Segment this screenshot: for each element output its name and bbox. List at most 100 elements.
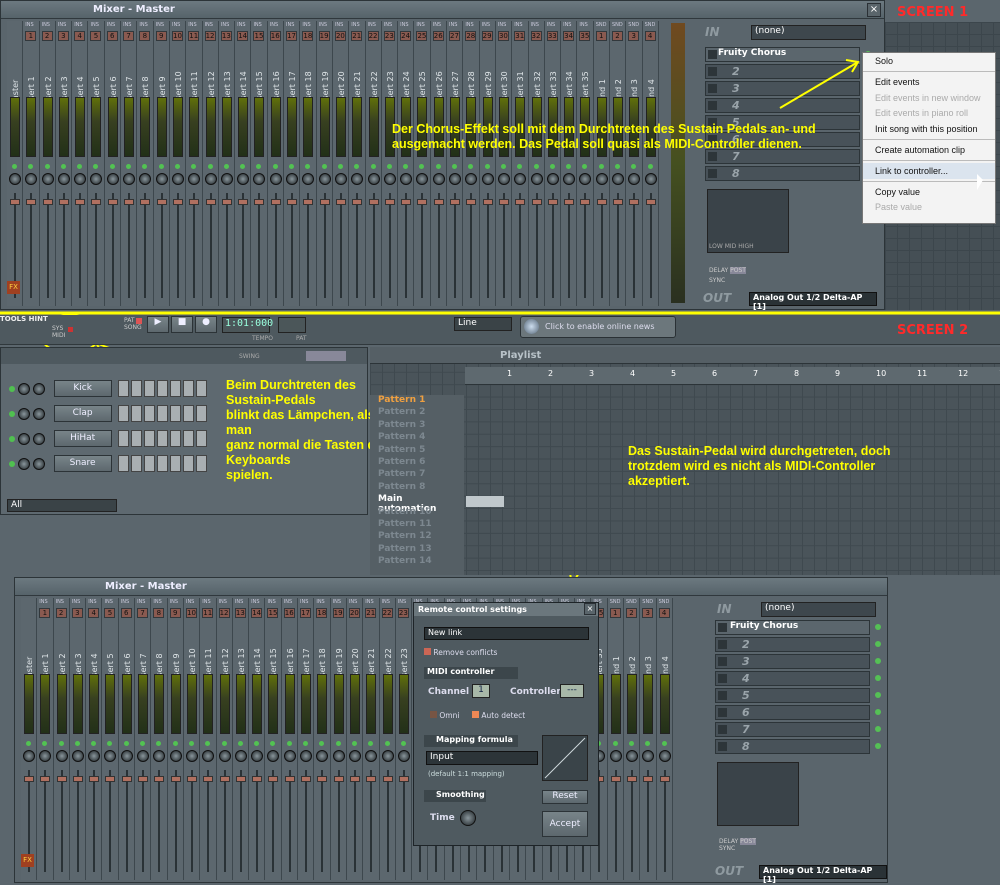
track-enable-led[interactable] <box>303 741 309 746</box>
mixer-track[interactable]: INS 7 Insert 7 <box>135 598 152 880</box>
pattern-item[interactable]: Pattern 1 <box>370 395 464 407</box>
pan-knob[interactable] <box>300 750 313 762</box>
volume-fader[interactable] <box>76 770 79 872</box>
track-enable-led[interactable] <box>645 741 651 746</box>
channel-pan-knob[interactable] <box>17 407 30 420</box>
record-button[interactable]: ● <box>195 316 217 333</box>
volume-fader[interactable] <box>370 770 373 872</box>
mapping-formula-header[interactable]: Mapping formula <box>424 735 518 747</box>
step-button[interactable] <box>143 430 155 447</box>
pattern-item[interactable]: Pattern 8 <box>370 482 464 494</box>
channel-volume-knob[interactable] <box>32 432 45 445</box>
fx-slot[interactable]: 2 <box>715 637 881 652</box>
track-enable-led[interactable] <box>270 741 276 746</box>
dialog-close-icon[interactable]: × <box>584 603 596 615</box>
mixer-track[interactable]: INS 23 Insert 23 <box>395 598 413 880</box>
track-enable-led[interactable] <box>612 741 618 746</box>
volume-fader[interactable] <box>239 770 242 872</box>
step-button[interactable] <box>169 405 181 422</box>
track-enable-led[interactable] <box>254 741 260 746</box>
mixer-track[interactable]: INS 13 Insert 13 <box>232 598 250 880</box>
volume-fader[interactable] <box>142 770 145 872</box>
volume-fader[interactable] <box>158 770 161 872</box>
channel-led[interactable] <box>9 385 15 392</box>
volume-fader[interactable] <box>223 770 226 872</box>
pan-knob[interactable] <box>39 750 52 762</box>
pattern-item[interactable]: Pattern 5 <box>370 445 464 457</box>
pan-knob[interactable] <box>88 750 101 762</box>
mixer-track[interactable]: INS 16 Insert 16 <box>281 598 299 880</box>
step-button[interactable] <box>195 405 207 422</box>
pattern-item[interactable]: Pattern 4 <box>370 432 464 444</box>
mixer-track[interactable]: INS 4 Insert 4 <box>86 598 103 880</box>
channel-volume-knob[interactable] <box>32 457 45 470</box>
step-button[interactable] <box>169 380 181 397</box>
step-button[interactable] <box>156 380 168 397</box>
pattern-item[interactable]: Pattern 6 <box>370 457 464 469</box>
fader-handle[interactable] <box>659 776 670 782</box>
step-button[interactable] <box>156 405 168 422</box>
track-enable-led[interactable] <box>107 741 113 746</box>
reset-button[interactable]: Reset <box>542 790 588 804</box>
pattern-item[interactable]: Pattern 2 <box>370 407 464 419</box>
mixer-track[interactable]: INS 3 Insert 3 <box>69 598 87 880</box>
mixer-track[interactable]: INS 22 Insert 22 <box>379 598 396 880</box>
channel-led[interactable] <box>9 410 15 417</box>
volume-fader[interactable] <box>353 770 356 872</box>
fader-handle[interactable] <box>301 776 312 782</box>
step-button[interactable] <box>130 380 142 397</box>
track-enable-led[interactable] <box>319 741 325 746</box>
mixer-track[interactable]: INS 10 Insert 10 <box>183 598 201 880</box>
fx-slot[interactable]: 3 <box>715 654 881 669</box>
pan-knob[interactable] <box>137 750 150 762</box>
time-knob[interactable] <box>460 810 476 826</box>
step-button[interactable] <box>195 455 207 472</box>
fader-handle[interactable] <box>170 776 181 782</box>
fader-handle[interactable] <box>366 776 377 782</box>
pattern-item[interactable]: Pattern 7 <box>370 469 464 481</box>
fader-handle[interactable] <box>626 776 637 782</box>
mixer-titlebar-2[interactable]: Mixer - Master <box>15 578 887 596</box>
step-button[interactable] <box>195 430 207 447</box>
remove-conflicts-checkbox[interactable]: Remove conflicts <box>424 648 497 657</box>
volume-fader[interactable] <box>256 770 259 872</box>
track-enable-led[interactable] <box>335 741 341 746</box>
track-enable-led[interactable] <box>205 741 211 746</box>
pattern-item[interactable]: Pattern 10 <box>370 507 464 519</box>
fader-handle[interactable] <box>121 776 132 782</box>
omni-checkbox[interactable]: Omni <box>430 711 459 720</box>
volume-fader[interactable] <box>614 770 617 872</box>
track-enable-led[interactable] <box>368 741 374 746</box>
formula-input[interactable]: Input <box>426 751 538 765</box>
pan-knob[interactable] <box>251 750 264 762</box>
fx-slot[interactable]: 8 <box>715 739 881 754</box>
mixer-track[interactable]: Master <box>21 598 38 880</box>
track-enable-led[interactable] <box>91 741 97 746</box>
controller-display[interactable]: --- <box>560 684 584 698</box>
pattern-display[interactable] <box>278 317 306 333</box>
mixer-track[interactable]: INS 5 Insert 5 <box>102 598 119 880</box>
mixer-track[interactable]: INS 18 Insert 18 <box>314 598 331 880</box>
channel-button[interactable]: Kick <box>53 380 112 397</box>
step-button[interactable] <box>169 430 181 447</box>
fader-handle[interactable] <box>186 776 197 782</box>
volume-fader[interactable] <box>174 770 177 872</box>
track-enable-led[interactable] <box>42 741 48 746</box>
pan-knob[interactable] <box>348 750 361 762</box>
step-button[interactable] <box>143 455 155 472</box>
fader-handle[interactable] <box>268 776 279 782</box>
track-enable-led[interactable] <box>123 741 129 746</box>
volume-fader[interactable] <box>647 770 650 872</box>
fader-handle[interactable] <box>138 776 149 782</box>
pan-knob[interactable] <box>202 750 215 762</box>
track-enable-led[interactable] <box>74 741 80 746</box>
pan-knob[interactable] <box>153 750 166 762</box>
playlist-ruler[interactable]: 1234567891011121314 <box>465 367 1000 385</box>
fader-handle[interactable] <box>72 776 83 782</box>
volume-fader[interactable] <box>125 770 128 872</box>
volume-fader[interactable] <box>272 770 275 872</box>
fader-handle[interactable] <box>219 776 230 782</box>
track-enable-led[interactable] <box>351 741 357 746</box>
pan-knob[interactable] <box>104 750 117 762</box>
track-enable-led[interactable] <box>140 741 146 746</box>
